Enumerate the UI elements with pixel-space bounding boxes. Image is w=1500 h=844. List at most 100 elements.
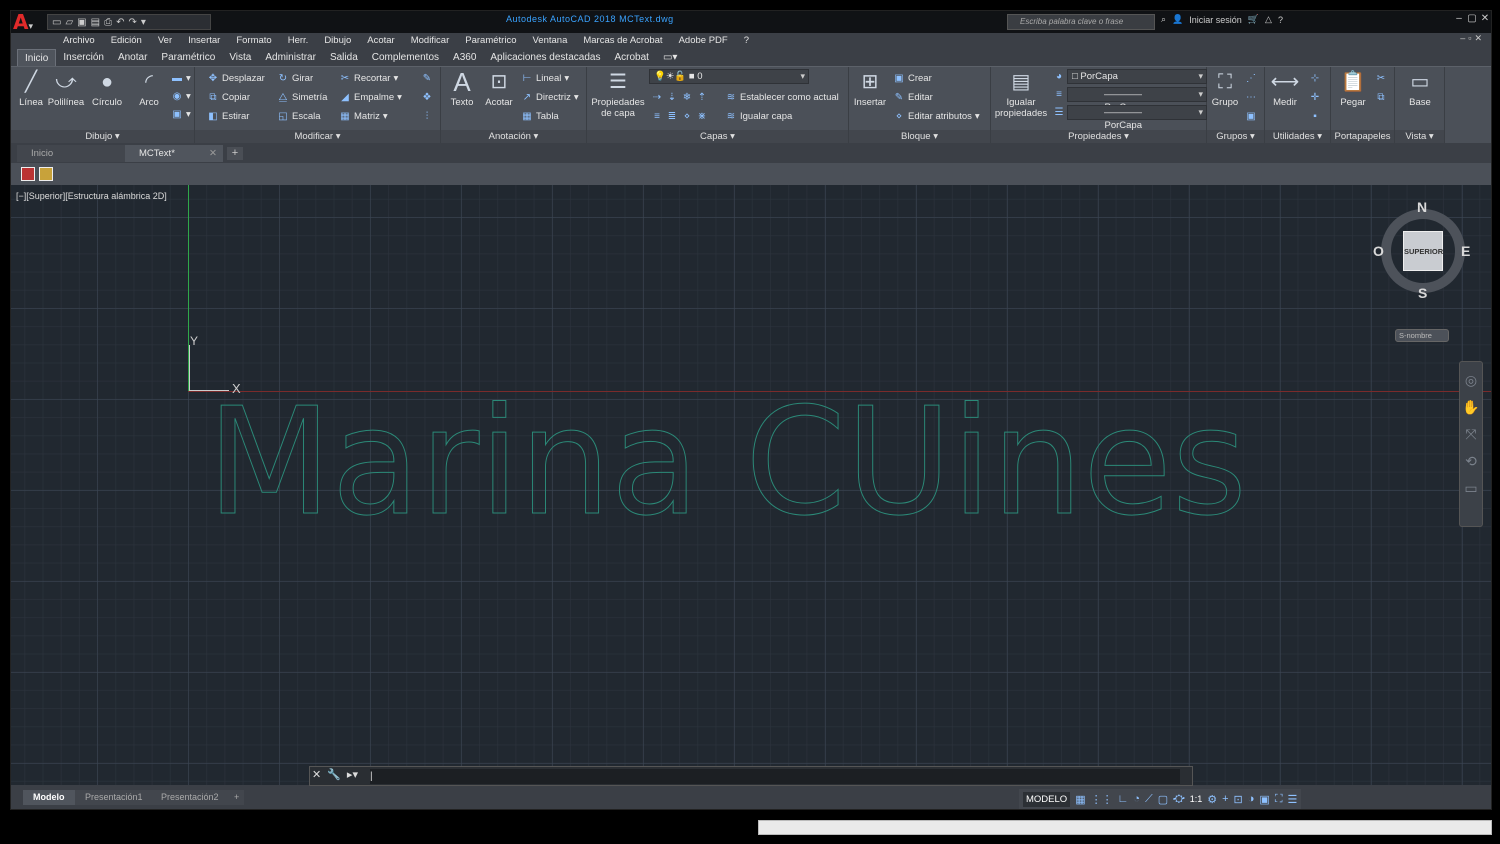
menu-herr[interactable]: Herr. [280, 33, 317, 49]
recortar-button[interactable]: ✂ Recortar ▾ [339, 73, 398, 84]
linetype-dropdown[interactable]: ———— PorCapa [1067, 87, 1207, 113]
pdf-settings-icon[interactable] [39, 167, 53, 181]
acotar-button[interactable]: ⊡ Acotar [481, 69, 517, 109]
viewcube-face[interactable]: SUPERIOR [1403, 231, 1443, 271]
base-button[interactable]: ▭ Base [1399, 69, 1441, 109]
panel-bloque-label[interactable]: Bloque ▾ [849, 130, 990, 144]
panel-anotacion-label[interactable]: Anotación ▾ [441, 130, 586, 144]
customize-status-icon[interactable]: ☰ [1288, 793, 1298, 806]
maximize-icon[interactable]: ▢ [1466, 13, 1478, 25]
compass-west[interactable]: O [1373, 243, 1384, 259]
panel-capas-label[interactable]: Capas ▾ [587, 130, 848, 144]
menu-modificar[interactable]: Modificar [403, 33, 458, 49]
panel-vista-label[interactable]: Vista ▾ [1395, 130, 1444, 144]
compass-north[interactable]: N [1417, 199, 1427, 215]
tab-aplicaciones[interactable]: Aplicaciones destacadas [483, 49, 607, 66]
ungroup-tool[interactable]: ⋰ [1245, 73, 1257, 84]
tab-inicio[interactable]: Inicio [17, 49, 57, 66]
layout-tab-modelo[interactable]: Modelo [23, 790, 75, 805]
circulo-button[interactable]: ● Círculo [89, 69, 125, 109]
showmotion-icon[interactable]: ▭ [1460, 480, 1482, 497]
document-window-controls[interactable]: –▫✕ [1460, 33, 1485, 44]
login-button[interactable]: Iniciar sesión [1189, 15, 1242, 25]
minimize-icon[interactable]: – [1453, 13, 1465, 25]
directriz-button[interactable]: ↗ Directriz ▾ [521, 92, 579, 103]
arco-button[interactable]: ◜ Arco [133, 69, 165, 109]
erase-tool[interactable]: ✎ [421, 73, 433, 84]
tabla-button[interactable]: ▦ Tabla [521, 111, 558, 122]
units-icon[interactable]: ⊡ [1234, 793, 1243, 806]
ribbon-options-icon[interactable]: ▭▾ [656, 49, 684, 66]
plus-icon[interactable]: + [1222, 793, 1228, 805]
desplazar-button[interactable]: ✥ Desplazar [207, 73, 265, 84]
crear-button[interactable]: ▣ Crear [893, 73, 932, 84]
zoom-extents-icon[interactable]: ⤧ [1460, 426, 1482, 443]
cmd-prompt-icon[interactable]: ▸▾ [347, 768, 358, 781]
redo-icon[interactable]: ↷ [128, 17, 136, 28]
doc-tab-mctext[interactable]: MCText* ✕ [125, 145, 223, 162]
group-edit-tool[interactable]: ⋯ [1245, 92, 1257, 103]
menu-acotar[interactable]: Acotar [359, 33, 402, 49]
doc-tab-inicio[interactable]: Inicio [17, 145, 125, 162]
exchange-icon[interactable]: △ [1265, 14, 1272, 25]
menu-help[interactable]: ? [736, 33, 757, 49]
medir-button[interactable]: ⟷ Medir [1267, 69, 1303, 109]
lineweight-dropdown[interactable]: ———— PorCapa [1067, 105, 1207, 131]
print-icon[interactable]: ⎙ [104, 17, 112, 28]
pegar-button[interactable]: 📋 Pegar [1335, 69, 1371, 109]
search-input[interactable]: Escriba palabra clave o frase [1007, 14, 1155, 30]
menu-marcas-acrobat[interactable]: Marcas de Acrobat [575, 33, 670, 49]
tab-administrar[interactable]: Administrar [258, 49, 323, 66]
menu-insertar[interactable]: Insertar [180, 33, 228, 49]
close-tab-icon[interactable]: ✕ [209, 145, 217, 162]
polar-icon[interactable]: ◔ [1133, 793, 1140, 805]
layer-tools-row2[interactable]: ≡ ≣ ⋄ ⋇ [651, 111, 708, 122]
tab-insercion[interactable]: Inserción [56, 49, 111, 66]
open-icon[interactable]: ▱ [65, 17, 73, 28]
copiar-button[interactable]: ⧉ Copiar [207, 92, 250, 103]
layout-tab-presentacion2[interactable]: Presentación2 [151, 790, 229, 805]
annotation-scale[interactable]: 1:1 [1190, 794, 1203, 804]
polilinea-button[interactable]: ⤻ Polilínea [47, 69, 85, 109]
id-point-tool[interactable]: ✛ [1309, 92, 1321, 103]
tab-salida[interactable]: Salida [323, 49, 365, 66]
propiedades-capa-button[interactable]: ☰ Propiedades de capa [589, 69, 647, 120]
offset-tool[interactable]: ⫶ [421, 111, 433, 122]
copy-clip-tool[interactable]: ⧉ [1375, 92, 1387, 103]
isolate-icon[interactable]: ◑ [1248, 793, 1255, 805]
customize-cmd-icon[interactable]: 🔧 [327, 768, 341, 781]
ortho-icon[interactable]: ∟ [1118, 793, 1129, 805]
help-icon[interactable]: ? [1278, 15, 1283, 25]
rectangle-tool[interactable]: ▬ ▾ [171, 73, 191, 84]
color-dropdown[interactable]: □ PorCapa [1067, 69, 1207, 84]
close-cmd-icon[interactable]: ✕ [312, 768, 321, 781]
osnap-icon[interactable]: ▢ [1158, 793, 1168, 806]
pdf-convert-icon[interactable] [21, 167, 35, 181]
tab-parametrico[interactable]: Paramétrico [154, 49, 222, 66]
explode-tool[interactable]: ❖ [421, 92, 433, 103]
application-menu-button[interactable]: A▾ [13, 12, 43, 32]
texto-button[interactable]: A Texto [445, 69, 479, 109]
tab-acrobat[interactable]: Acrobat [607, 49, 655, 66]
quick-calc-tool[interactable]: ⊹ [1309, 73, 1321, 84]
panel-modificar-label[interactable]: Modificar ▾ [195, 130, 440, 144]
menu-adobe-pdf[interactable]: Adobe PDF [671, 33, 736, 49]
snap-icon[interactable]: ⋮⋮ [1091, 793, 1113, 806]
editar-atributos-button[interactable]: ⋄ Editar atributos ▾ [893, 111, 980, 122]
command-input[interactable] [370, 769, 1180, 784]
compass-east[interactable]: E [1461, 243, 1470, 259]
menu-formato[interactable]: Formato [228, 33, 279, 49]
menu-edicion[interactable]: Edición [103, 33, 150, 49]
panel-grupos-label[interactable]: Grupos ▾ [1207, 130, 1264, 144]
save-as-icon[interactable]: ▤ [91, 17, 100, 28]
new-icon[interactable]: ▭ [52, 17, 61, 28]
model-space-button[interactable]: MODELO [1023, 791, 1071, 807]
igualar-capa-button[interactable]: ≋ Igualar capa [725, 111, 793, 122]
menu-dibujo[interactable]: Dibujo [316, 33, 359, 49]
menu-archivo[interactable]: Archivo [55, 33, 103, 49]
layout-tab-presentacion1[interactable]: Presentación1 [75, 790, 153, 805]
grid-icon[interactable]: ▦ [1075, 793, 1085, 806]
cut-tool[interactable]: ✂ [1375, 73, 1387, 84]
drawing-mtext[interactable]: Marina CUines [207, 397, 1247, 537]
close-icon[interactable]: ✕ [1479, 13, 1491, 25]
